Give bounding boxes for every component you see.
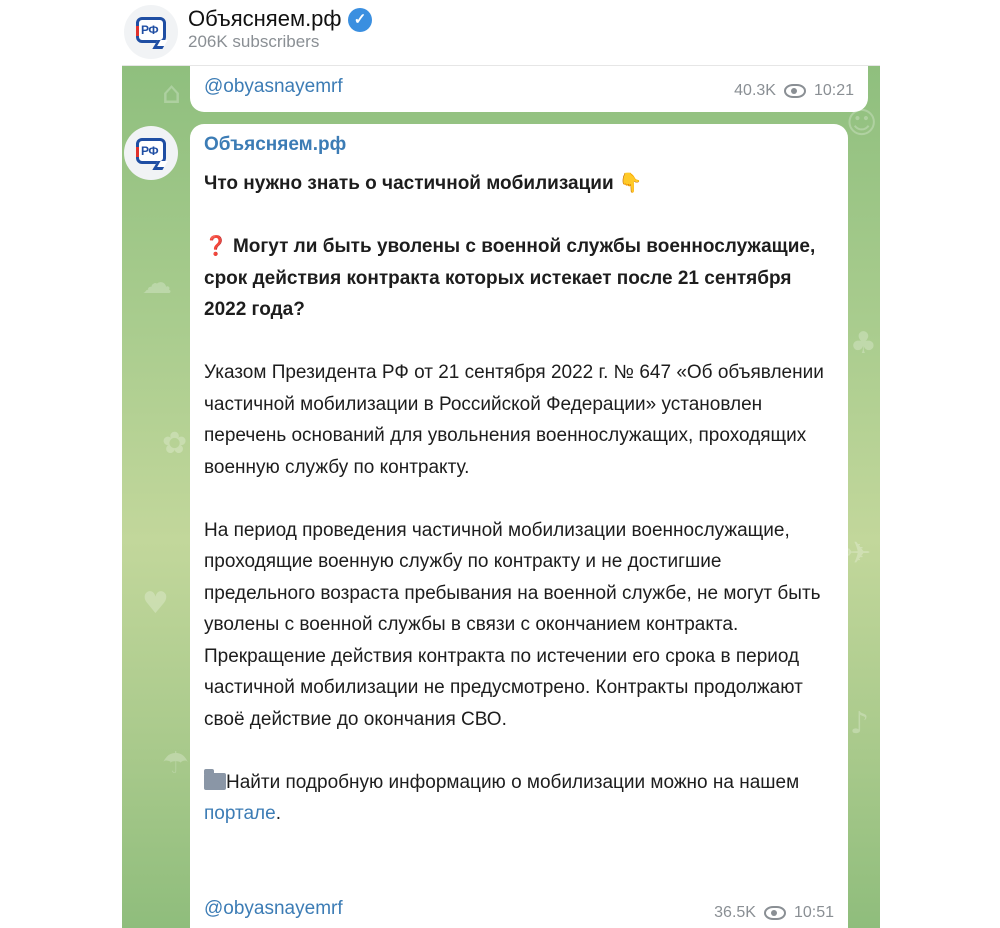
prev-message-meta: 40.3K 10:21 [734, 82, 854, 100]
doodle-icon: ♥ [142, 586, 169, 621]
subscriber-count: 206K subscribers [188, 32, 320, 51]
message-question: ❓ Могут ли быть уволены с военной службы… [204, 235, 816, 320]
channel-avatar-icon: РФ [136, 138, 168, 170]
doodle-icon: ☂ [162, 746, 189, 781]
message-time: 10:21 [813, 82, 854, 99]
prev-message-handle[interactable]: @obyasnayemrf [204, 76, 343, 98]
prev-message-bubble[interactable]: @obyasnayemrf 40.3K 10:21 [190, 62, 868, 112]
portal-link[interactable]: портале [204, 803, 276, 824]
message-meta: 36.5K 10:51 [714, 904, 834, 922]
message-time: 10:51 [793, 904, 834, 921]
verified-icon: ✓ [348, 8, 372, 32]
doodle-icon: ♪ [850, 706, 870, 741]
message-title: Что нужно знать о частичной мобилизации … [204, 172, 643, 194]
message-paragraph: Указом Президента РФ от 21 сентября 2022… [204, 362, 824, 478]
message-bubble[interactable]: Объясняем.рф Что нужно знать о частичной… [190, 124, 848, 928]
folder-icon [204, 768, 226, 790]
channel-avatar[interactable]: РФ [124, 5, 178, 59]
eye-icon [783, 84, 806, 98]
view-count: 40.3K [734, 82, 776, 99]
doodle-icon: ✿ [162, 426, 188, 461]
message-handle[interactable]: @obyasnayemrf [204, 898, 343, 920]
channel-header[interactable]: РФ Объясняем.рф ✓ 206K subscribers [122, 0, 880, 66]
question-icon: ❓ [204, 235, 228, 257]
channel-name: Объясняем.рф [188, 6, 342, 31]
telegram-channel-view: РФ Объясняем.рф ✓ 206K subscribers ⌂ ☁ ✿… [122, 0, 880, 928]
doodle-icon: ⌂ [162, 76, 182, 111]
chat-background: ⌂ ☁ ✿ ♥ ☂ ☺ ♣ ✈ ♪ @obyasnayemrf 40.3K 10… [122, 62, 880, 928]
view-count: 36.5K [714, 904, 756, 921]
pointing-down-icon: 👇 [618, 172, 643, 194]
doodle-icon: ✈ [846, 536, 872, 571]
channel-avatar-icon: РФ [136, 17, 168, 49]
message-info: Найти подробную информацию о мобилизации… [204, 768, 800, 824]
eye-icon [763, 906, 786, 920]
sender-avatar[interactable]: РФ [124, 126, 178, 180]
sender-name[interactable]: Объясняем.рф [204, 134, 346, 156]
message-paragraph: На период проведения частичной мобилизац… [204, 519, 821, 636]
message-text: Что нужно знать о частичной мобилизации … [204, 168, 834, 830]
doodle-icon: ♣ [850, 326, 877, 361]
doodle-icon: ☁ [142, 266, 172, 301]
message-paragraph: Прекращение действия контракта по истече… [204, 645, 803, 730]
